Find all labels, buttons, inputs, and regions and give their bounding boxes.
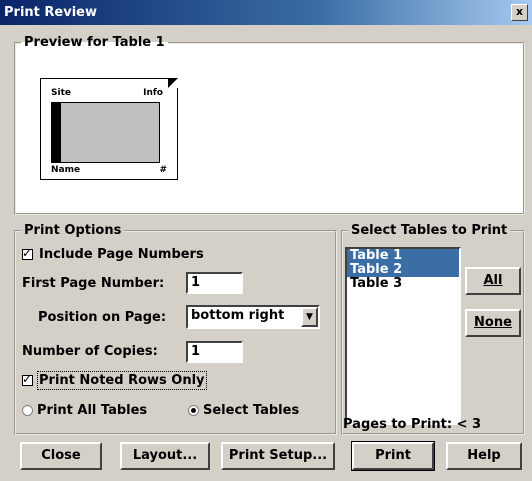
print-noted-rows-only-label: Print Noted Rows Only (37, 371, 207, 390)
title-bar[interactable]: Print Review x (0, 0, 532, 25)
none-button-label: None (474, 315, 512, 330)
position-on-page-value: bottom right (191, 308, 285, 323)
checkbox-box[interactable]: ✓ (22, 246, 33, 260)
thumb-name-label: Name (51, 165, 81, 175)
radio-circle[interactable] (188, 405, 199, 416)
thumb-column-bar (51, 102, 60, 163)
position-on-page-select[interactable]: bottom right ▼ (186, 305, 320, 329)
print-all-tables-radio[interactable]: Print All Tables (22, 403, 147, 418)
print-all-tables-label: Print All Tables (37, 403, 148, 418)
print-review-dialog: Print Review x Preview for Table 1 Site … (0, 0, 532, 481)
radio-circle[interactable] (22, 405, 33, 416)
select-tables-label: Select Tables (203, 403, 300, 418)
number-of-copies-field[interactable]: 1 (186, 341, 243, 363)
chevron-down-icon[interactable]: ▼ (301, 307, 318, 327)
thumb-site-label: Site (51, 88, 71, 98)
list-item[interactable]: Table 1 (347, 249, 459, 263)
include-page-numbers-checkbox[interactable]: ✓ Include Page Numbers (22, 246, 204, 262)
thumb-number-label: # (159, 165, 167, 175)
list-item[interactable]: Table 3 (347, 277, 459, 291)
close-button[interactable]: Close (20, 442, 102, 470)
print-button[interactable]: Print (351, 441, 435, 471)
first-page-number-label: First Page Number: (22, 276, 165, 291)
layout-button[interactable]: Layout... (120, 442, 210, 470)
include-page-numbers-label: Include Page Numbers (39, 247, 204, 262)
none-button[interactable]: None (465, 309, 521, 337)
page-fold-icon (168, 78, 178, 88)
close-icon[interactable]: x (511, 4, 528, 21)
thumb-info-label: Info (143, 88, 163, 98)
print-setup-button[interactable]: Print Setup... (221, 442, 335, 470)
number-of-copies-label: Number of Copies: (22, 344, 158, 359)
select-tables-legend: Select Tables to Print (351, 223, 508, 238)
all-button[interactable]: All (465, 267, 521, 295)
tables-listbox[interactable]: Table 1 Table 2 Table 3 (345, 247, 461, 425)
preview-thumbnail: Site Info Name # (40, 78, 178, 180)
check-mark-icon: ✓ (22, 246, 33, 260)
first-page-number-field[interactable]: 1 (186, 272, 243, 294)
help-button[interactable]: Help (446, 442, 522, 470)
list-item[interactable]: Table 2 (347, 263, 459, 277)
print-noted-rows-only-checkbox[interactable]: ✓ Print Noted Rows Only (22, 371, 207, 390)
thumb-table-area (60, 102, 160, 163)
preview-legend: Preview for Table 1 (24, 35, 165, 50)
checkbox-box[interactable]: ✓ (22, 372, 33, 386)
pages-to-print: Pages to Print: < 3 (343, 417, 482, 432)
select-tables-radio[interactable]: Select Tables (188, 403, 299, 418)
print-options-legend: Print Options (24, 223, 122, 238)
window-title: Print Review (4, 5, 97, 20)
all-button-label: All (483, 273, 503, 288)
check-mark-icon: ✓ (22, 372, 33, 386)
position-on-page-label: Position on Page: (38, 310, 167, 325)
